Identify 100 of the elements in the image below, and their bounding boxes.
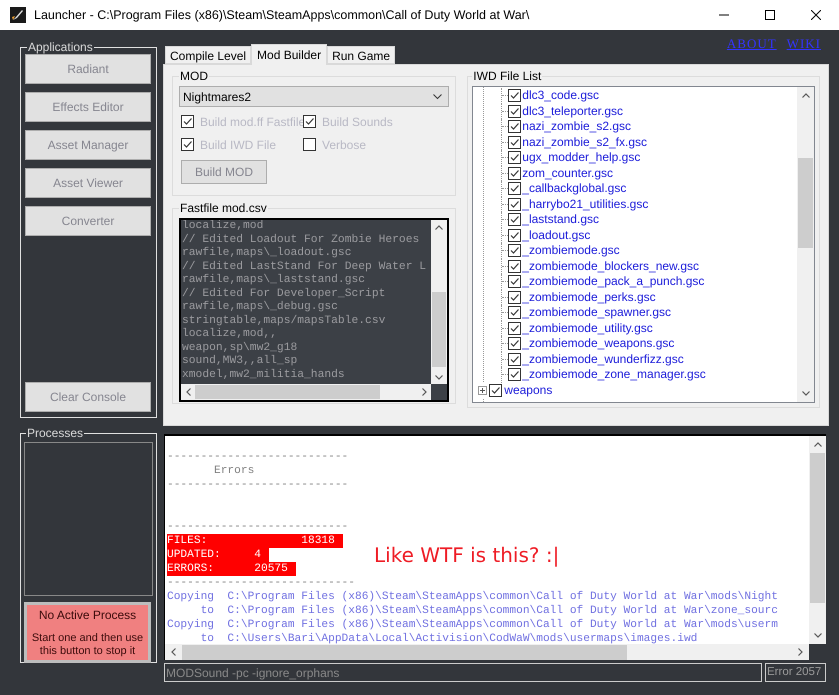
checkbox-label: Build mod.ff Fastfile [200,114,306,130]
window-title: Launcher - C:\Program Files (x86)\Steam\SteamApps\common\Call of Duty World at War\ [34,6,530,24]
scroll-down-icon [814,633,822,638]
file-name[interactable]: _zombiemode_perks.gsc [522,290,656,305]
console-line: to C:\Program Files (x86)\Steam\SteamApps\common\Call of Duty World at War\zone_sourc [200,604,778,618]
console-line: Copying C:\Program Files (x86)\Steam\SteamApps\common\Call of Duty World at War\mods\Night [167,590,778,604]
console-line: --------------------------- [167,478,348,492]
checkbox-label: Verbose [322,136,366,154]
console-line: Copying C:\Program Files (x86)\Steam\SteamApps\common\Call of Duty World at War\mods\userm [167,618,778,632]
file-name[interactable]: _zombiemode_utility.gsc [522,320,653,336]
code-line: // Edited Loadout For Zombie Heroes [182,234,420,246]
checkbox-label: Build IWD File [200,136,276,154]
code-line: stringtable,maps/mapsTable.csv [182,314,386,328]
scrollbar[interactable] [181,384,432,400]
scroll-right-icon [798,648,803,656]
caret-icon [433,94,442,100]
checkbox[interactable] [508,275,522,288]
code-line: weapon,sp\mw2_g18 [182,342,298,354]
scroll-right-icon [422,388,427,396]
stop-process-button[interactable]: No Active Process Start one and then use this button to stop it [24,602,151,663]
file-name[interactable]: _zombiemode_weapons.gsc [522,336,674,352]
scrollbar[interactable] [165,644,809,660]
scrollbar-thumb[interactable] [432,292,446,367]
checkbox[interactable] [508,260,522,273]
scrollbar[interactable] [431,220,448,384]
group-title: Applications [27,40,94,54]
checkbox[interactable] [508,120,522,134]
scrollbar[interactable] [809,436,826,644]
file-name[interactable]: _zombiemode_zone_manager.gsc [522,367,706,382]
checkbox[interactable] [508,104,522,118]
console-line: Errors [212,464,254,478]
code-line: // Edited For Developer_Script [182,288,386,300]
console-line: --------------------------- [167,520,348,534]
code-line: rawfile,maps\_laststand.gsc [182,274,366,288]
file-name[interactable]: _zombiemode_pack_a_punch.gsc [522,274,704,290]
file-name[interactable]: zom_counter.gsc [522,166,613,181]
file-name[interactable]: _zombiemode.gsc [522,243,620,258]
checkbox[interactable] [489,384,502,396]
file-name[interactable]: _laststand.gsc [522,212,599,228]
close-icon [811,10,821,20]
checkbox[interactable] [508,337,522,350]
scroll-left-icon [186,388,190,396]
checkbox[interactable] [508,198,522,211]
checkbox[interactable] [508,166,522,180]
file-name[interactable]: ugx_modder_help.gsc [522,150,640,166]
file-name[interactable]: _zombiemode_blockers_new.gsc [522,258,700,274]
code-line: localize,mod [182,220,264,234]
plus-icon [479,386,486,394]
csv-text-area[interactable] [179,218,450,402]
scrollbar[interactable] [797,87,814,402]
code-line: localize,mod,, [182,328,278,342]
scrollbar-thumb[interactable] [195,385,380,399]
mod-dropdown[interactable]: Nightmares2 [179,86,450,107]
checkbox[interactable] [508,213,522,226]
scrollbar-corner [809,644,826,660]
code-line: rawfile,maps\_debug.gsc [182,301,339,314]
scroll-up-icon [814,442,822,447]
expand-button[interactable] [478,386,488,394]
tab[interactable]: Compile Level [165,46,252,64]
file-name[interactable]: _loadout.gsc [522,228,590,243]
checkbox[interactable] [508,244,522,258]
checkbox[interactable] [508,322,522,335]
console-line: ---------------------------- [167,576,355,590]
file-name[interactable]: nazi_zombie_s2.gsc [522,119,632,134]
annotation-text: Like WTF is this? :| [374,542,560,569]
checkbox[interactable] [508,352,522,366]
checkbox[interactable] [508,136,522,149]
folder-name[interactable]: weapons [504,382,552,398]
file-name[interactable]: dlc3_teleporter.gsc [522,104,624,119]
file-name[interactable]: _zombiemode_spawner.gsc [522,305,672,320]
file-name[interactable]: dlc3_code.gsc [522,88,599,104]
tab[interactable]: Mod Builder [251,44,328,65]
file-name[interactable]: _harrybo21_utilities.gsc [522,196,648,212]
file-name[interactable]: _zombiemode_wunderfizz.gsc [522,352,684,367]
maximize-icon [765,10,775,20]
scroll-up-icon [802,93,810,98]
tab[interactable]: Run Game [327,46,396,64]
scroll-down-icon [802,391,810,396]
checkbox[interactable] [508,182,522,196]
console-line: to C:\Users\Bari\AppData\Local\Activision\CodWaW\mods\usermaps\images.iwd [200,632,698,644]
scrollbar-thumb[interactable] [182,644,627,660]
checkbox[interactable] [508,228,522,242]
checkbox[interactable] [508,306,522,320]
scrollbar-thumb[interactable] [810,453,825,603]
scroll-down-icon [435,374,444,380]
code-line: // Edited LastStand For Deep Water L [182,260,428,274]
scroll-left-icon [171,648,176,656]
file-name[interactable]: _callbackglobal.gsc [522,181,626,196]
app-icon [10,7,26,23]
code-line: xmodel,mw2_militia_hands [182,368,346,382]
scrollbar-thumb[interactable] [798,158,813,248]
file-name[interactable]: nazi_zombie_s2_fx.gsc [522,134,648,150]
status-text: Error 2057 [765,663,826,682]
group-title: MOD [179,68,209,85]
checkbox[interactable] [508,151,522,164]
checkbox[interactable] [508,368,522,382]
checkbox-label: Build Sounds [322,114,393,130]
dropdown-value: Nightmares2 [183,88,252,106]
checkbox[interactable] [508,89,522,102]
checkbox[interactable] [508,290,522,304]
